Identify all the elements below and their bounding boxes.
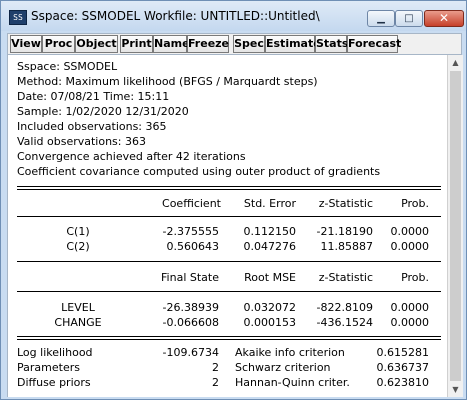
name-button[interactable]: Name (153, 35, 190, 53)
table-divider (17, 291, 441, 292)
scroll-down-icon[interactable]: ▼ (450, 384, 461, 395)
stat-label: Hannan-Quinn criter. (235, 376, 350, 389)
prob-value: 0.0000 (390, 240, 430, 253)
coef-header: Prob. (401, 197, 429, 210)
stat-value: -109.6734 (162, 346, 219, 359)
header-line: Valid observations: 363 (17, 135, 146, 148)
stat-label: Akaike info criterion (235, 346, 345, 359)
forecast-button[interactable]: Forecast (347, 35, 401, 53)
stat-label: Diffuse priors (17, 376, 91, 389)
state-name: CHANGE (54, 316, 102, 329)
state-name: LEVEL (61, 301, 95, 314)
minimize-button[interactable]: ▁ (367, 10, 395, 27)
state-header: Final State (161, 271, 219, 284)
prob-value: 0.0000 (390, 301, 430, 314)
stat-label: Log likelihood (17, 346, 93, 359)
prob-value: 0.0000 (390, 225, 430, 238)
coef-header: Std. Error (243, 197, 296, 210)
window-title: Sspace: SSMODEL Workfile: UNTITLED::Unti… (31, 9, 320, 23)
root-mse-value: 0.032072 (243, 301, 297, 314)
stat-value: 2 (212, 361, 219, 374)
z-stat-value: 11.85887 (320, 240, 374, 253)
maximize-icon: □ (404, 13, 414, 24)
table-divider (17, 216, 441, 217)
header-line: Date: 07/08/21 Time: 15:11 (17, 90, 170, 103)
scroll-up-icon[interactable]: ▲ (450, 57, 461, 68)
table-divider (17, 261, 441, 262)
stat-value: 0.623810 (376, 376, 430, 389)
close-icon: ✕ (438, 11, 450, 25)
root-mse-value: 0.000153 (243, 316, 297, 329)
stat-value: 0.636737 (376, 361, 430, 374)
std-error-value: 0.047276 (243, 240, 297, 253)
table-divider (17, 336, 441, 340)
sspace-window: SS Sspace: SSMODEL Workfile: UNTITLED::U… (0, 0, 467, 400)
stat-label: Schwarz criterion (235, 361, 331, 374)
final-state-value: -26.38939 (162, 301, 219, 314)
stat-value: 0.615281 (376, 346, 430, 359)
table-divider (17, 186, 441, 190)
coef-header: Coefficient (162, 197, 221, 210)
close-button[interactable]: ✕ (424, 10, 464, 27)
proc-button[interactable]: Proc (42, 35, 75, 53)
state-header: Prob. (401, 271, 429, 284)
coef-value: -2.375555 (162, 225, 219, 238)
vertical-scrollbar[interactable]: ▲ ▼ (447, 55, 463, 397)
minimize-icon: ▁ (377, 13, 385, 24)
sspace-app-icon: SS (9, 10, 27, 25)
header-line: Sspace: SSMODEL (17, 60, 118, 73)
prob-value: 0.0000 (390, 316, 430, 329)
z-stat-value: -822.8109 (316, 301, 373, 314)
maximize-button[interactable]: □ (395, 10, 423, 27)
final-state-value: -0.066608 (162, 316, 219, 329)
state-header: z-Statistic (318, 271, 373, 284)
stat-label: Parameters (17, 361, 80, 374)
std-error-value: 0.112150 (243, 225, 297, 238)
coef-value: 0.560643 (166, 240, 220, 253)
header-line: Coefficient covariance computed using ou… (17, 165, 381, 178)
header-line: Sample: 1/02/2020 12/31/2020 (17, 105, 189, 118)
view-button[interactable]: View (10, 35, 42, 53)
coef-name: C(1) (66, 225, 90, 238)
spec-button[interactable]: Spec (233, 35, 265, 53)
stats-button[interactable]: Stats (315, 35, 348, 53)
stat-value: 2 (212, 376, 219, 389)
z-stat-value: -436.1524 (316, 316, 373, 329)
state-header: Root MSE (244, 271, 296, 284)
coef-header: z-Statistic (318, 197, 373, 210)
coef-name: C(2) (66, 240, 90, 253)
z-stat-value: -21.18190 (316, 225, 373, 238)
print-button[interactable]: Print (120, 35, 153, 53)
scrollbar-thumb[interactable] (450, 71, 461, 381)
freeze-button[interactable]: Freeze (187, 35, 229, 53)
object-button[interactable]: Object (75, 35, 118, 53)
header-line: Convergence achieved after 42 iterations (17, 150, 246, 163)
output-pane: Sspace: SSMODEL Method: Maximum likeliho… (7, 55, 448, 397)
header-line: Included observations: 365 (17, 120, 167, 133)
title-bar[interactable]: SS Sspace: SSMODEL Workfile: UNTITLED::U… (1, 1, 466, 31)
header-line: Method: Maximum likelihood (BFGS / Marqu… (17, 75, 318, 88)
toolbar: View Proc Object Print Name Freeze Spec … (7, 33, 462, 55)
estimate-button[interactable]: Estimate (265, 35, 321, 53)
